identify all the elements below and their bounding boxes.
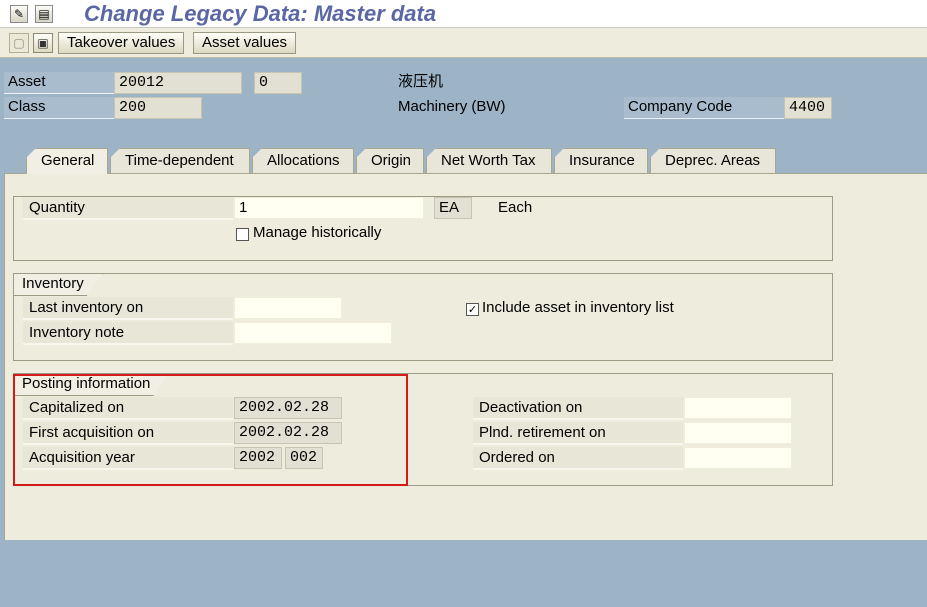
tab-insurance[interactable]: Insurance xyxy=(554,148,648,174)
unit-text: Each xyxy=(498,199,533,216)
doc-icon[interactable]: ▣ xyxy=(33,33,53,53)
posting-info-group-title: Posting information xyxy=(14,374,169,396)
ordered-on-label: Ordered on xyxy=(473,447,683,470)
takeover-values-button[interactable]: Takeover values xyxy=(58,32,185,54)
company-code-field[interactable]: 4400 xyxy=(784,97,832,119)
include-inventory-checkbox[interactable]: ✓ xyxy=(466,303,479,316)
manage-historically-checkbox[interactable] xyxy=(236,228,249,241)
inventory-note-input[interactable] xyxy=(234,322,392,344)
tab-general[interactable]: General xyxy=(26,148,108,174)
acquisition-year-label: Acquisition year xyxy=(23,447,233,470)
tab-deprec-areas[interactable]: Deprec. Areas xyxy=(650,148,776,174)
acquisition-period-field[interactable]: 002 xyxy=(285,447,323,469)
quantity-label: Quantity xyxy=(23,197,233,220)
asset-values-button[interactable]: Asset values xyxy=(193,32,297,54)
inventory-note-label: Inventory note xyxy=(23,322,233,345)
acquisition-year-field[interactable]: 2002 xyxy=(234,447,282,469)
asset-number-field[interactable]: 20012 xyxy=(114,72,242,94)
asset-label: Asset xyxy=(4,72,114,94)
last-inventory-input[interactable] xyxy=(234,297,342,319)
tab-net-worth-tax[interactable]: Net Worth Tax xyxy=(426,148,552,174)
planned-retirement-input[interactable] xyxy=(684,422,792,444)
deactivation-on-input[interactable] xyxy=(684,397,792,419)
page-title: Change Legacy Data: Master data xyxy=(84,1,437,26)
capitalized-on-label: Capitalized on xyxy=(23,397,233,420)
tab-allocations[interactable]: Allocations xyxy=(252,148,354,174)
tab-origin[interactable]: Origin xyxy=(356,148,424,174)
disabled-doc-icon: ▢ xyxy=(9,33,29,53)
title-bar: ✎ ▤ Change Legacy Data: Master data xyxy=(0,0,927,28)
ordered-on-input[interactable] xyxy=(684,447,792,469)
first-acquisition-field[interactable]: 2002.02.28 xyxy=(234,422,342,444)
manage-historically-label: Manage historically xyxy=(253,224,382,241)
planned-retirement-label: Plnd. retirement on xyxy=(473,422,683,445)
tab-time-dependent[interactable]: Time-dependent xyxy=(110,148,250,174)
deactivation-on-label: Deactivation on xyxy=(473,397,683,420)
company-code-label: Company Code xyxy=(624,97,784,119)
class-field[interactable]: 200 xyxy=(114,97,202,119)
first-acquisition-label: First acquisition on xyxy=(23,422,233,445)
class-label: Class xyxy=(4,97,114,119)
quantity-input[interactable]: 1 xyxy=(234,197,424,219)
last-inventory-label: Last inventory on xyxy=(23,297,233,320)
asset-description: 液压机 xyxy=(398,73,444,90)
display-change-icon[interactable]: ✎ xyxy=(10,5,28,23)
unit-field[interactable]: EA xyxy=(434,197,472,219)
application-toolbar: ▢ ▣ Takeover values Asset values xyxy=(0,28,927,58)
asset-subnumber-field[interactable]: 0 xyxy=(254,72,302,94)
class-description: Machinery (BW) xyxy=(398,98,506,115)
capitalized-on-field[interactable]: 2002.02.28 xyxy=(234,397,342,419)
copy-icon[interactable]: ▤ xyxy=(35,5,53,23)
include-inventory-label: Include asset in inventory list xyxy=(482,299,674,316)
